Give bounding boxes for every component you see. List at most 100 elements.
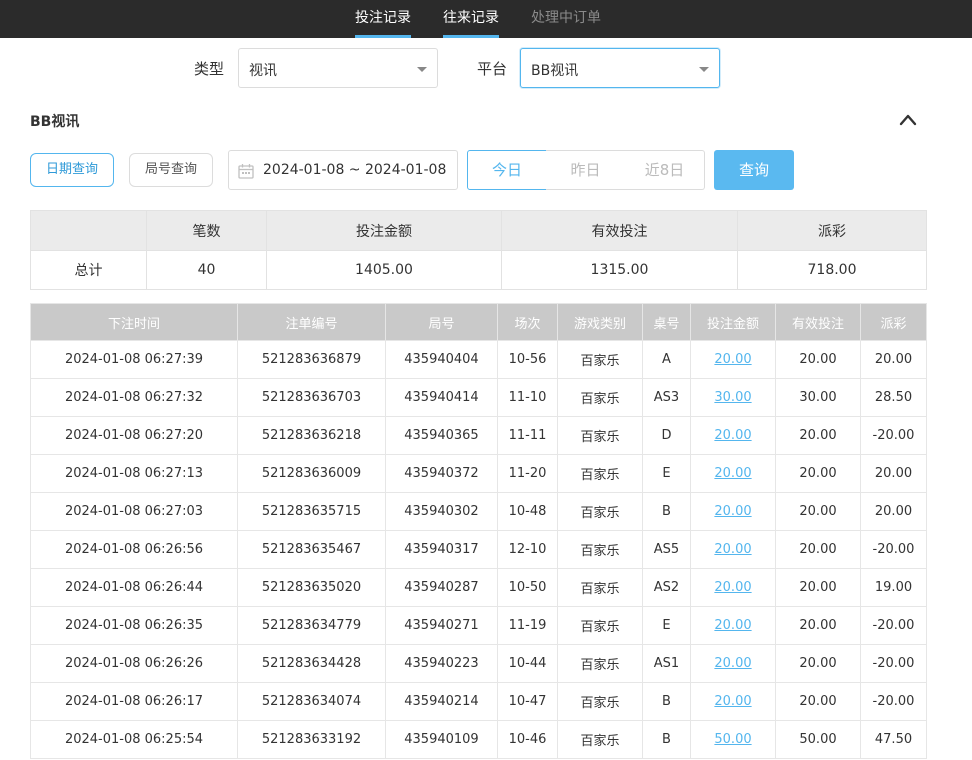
valid-bet-cell: 20.00 — [775, 492, 861, 531]
summary-header-cell: 派彩 — [737, 210, 927, 251]
game-type-cell: 百家乐 — [557, 454, 643, 493]
bet-time-cell: 2024-01-08 06:26:56 — [30, 530, 238, 569]
tab-bet-records[interactable]: 投注记录 — [355, 0, 411, 38]
round-cell: 435940365 — [385, 416, 498, 455]
bet-time-cell: 2024-01-08 06:27:39 — [30, 340, 238, 379]
bet-id-cell: 521283636879 — [237, 340, 386, 379]
game-type-cell: 百家乐 — [557, 416, 643, 455]
summary-header-cell: 有效投注 — [501, 210, 738, 251]
bet-amount-cell: 20.00 — [690, 644, 776, 683]
calendar-icon — [238, 164, 254, 179]
round-cell: 435940372 — [385, 454, 498, 493]
session-header: 场次 — [497, 303, 558, 341]
session-cell: 10-56 — [497, 340, 558, 379]
game-type-cell: 百家乐 — [557, 606, 643, 645]
bet-time-cell: 2024-01-08 06:25:54 — [30, 720, 238, 759]
top-nav: 投注记录 往来记录 处理中订单 — [0, 0, 972, 38]
valid-bet-cell: 20.00 — [775, 530, 861, 569]
bet-amount-cell: 20.00 — [690, 492, 776, 531]
bet-amount-cell: 20.00 — [690, 568, 776, 607]
summary-header-cell: 笔数 — [146, 210, 267, 251]
bet-amount-cell: 50.00 — [690, 720, 776, 759]
platform-select-value: BB视讯 — [531, 63, 579, 79]
bet-time-cell: 2024-01-08 06:26:44 — [30, 568, 238, 607]
round-cell: 435940404 — [385, 340, 498, 379]
query-button[interactable]: 查询 — [714, 150, 794, 190]
summary-header-cell: 投注金额 — [266, 210, 502, 251]
bet-time-header: 下注时间 — [30, 303, 238, 341]
round-cell: 435940317 — [385, 530, 498, 569]
table-row: 2024-01-08 06:25:54 521283633192 435940109… — [30, 720, 927, 759]
table-no-cell: D — [642, 416, 691, 455]
valid-bet-cell: 20.00 — [775, 568, 861, 607]
date-range-input[interactable]: 2024-01-08 ~ 2024-01-08 — [228, 150, 458, 190]
bet-amount-link[interactable]: 20.00 — [714, 656, 751, 671]
tab-pending-orders[interactable]: 处理中订单 — [531, 0, 601, 38]
summary-cell: 40 — [146, 250, 267, 290]
bet-amount-link[interactable]: 20.00 — [714, 694, 751, 709]
bet-amount-link[interactable]: 20.00 — [714, 466, 751, 481]
platform-select[interactable]: BB视讯 — [520, 48, 720, 88]
round-cell: 435940414 — [385, 378, 498, 417]
payout-cell: -20.00 — [860, 606, 927, 645]
date-range-value: 2024-01-08 ~ 2024-01-08 — [263, 162, 447, 178]
game-type-cell: 百家乐 — [557, 340, 643, 379]
round-cell: 435940271 — [385, 606, 498, 645]
date-query-button[interactable]: 日期查询 — [30, 153, 114, 187]
game-type-cell: 百家乐 — [557, 682, 643, 721]
round-cell: 435940287 — [385, 568, 498, 607]
today-button[interactable]: 今日 — [467, 150, 547, 190]
bet-time-cell: 2024-01-08 06:27:13 — [30, 454, 238, 493]
payout-header: 派彩 — [860, 303, 927, 341]
bet-id-header: 注单编号 — [237, 303, 386, 341]
bet-id-cell: 521283634779 — [237, 606, 386, 645]
valid-bet-cell: 20.00 — [775, 340, 861, 379]
bet-amount-link[interactable]: 50.00 — [714, 732, 751, 747]
table-no-cell: AS3 — [642, 378, 691, 417]
table-row: 2024-01-08 06:26:44 521283635020 435940287… — [30, 568, 927, 607]
bet-amount-link[interactable]: 30.00 — [714, 390, 751, 405]
game-type-header: 游戏类别 — [557, 303, 643, 341]
table-row: 2024-01-08 06:27:32 521283636703 435940414… — [30, 378, 927, 417]
tab-transaction-records[interactable]: 往来记录 — [443, 0, 499, 38]
game-type-cell: 百家乐 — [557, 568, 643, 607]
platform-label: 平台 — [477, 60, 508, 78]
table-row: 2024-01-08 06:27:39 521283636879 435940404… — [30, 340, 927, 379]
round-cell: 435940214 — [385, 682, 498, 721]
records-header-row: 下注时间 注单编号 局号 场次 游戏类别 桌号 投注金额 有效投注 派彩 — [30, 303, 927, 341]
summary-total-row: 总计 40 1405.00 1315.00 718.00 — [30, 250, 927, 290]
type-select[interactable]: 视讯 — [238, 48, 438, 88]
session-cell: 11-10 — [497, 378, 558, 417]
bet-amount-link[interactable]: 20.00 — [714, 542, 751, 557]
bet-amount-cell: 20.00 — [690, 340, 776, 379]
type-select-value: 视讯 — [249, 63, 277, 79]
game-type-cell: 百家乐 — [557, 492, 643, 531]
valid-bet-cell: 30.00 — [775, 378, 861, 417]
bet-amount-link[interactable]: 20.00 — [714, 580, 751, 595]
bet-amount-cell: 20.00 — [690, 530, 776, 569]
section-title: BB视讯 — [30, 114, 80, 130]
session-cell: 11-11 — [497, 416, 558, 455]
round-cell: 435940223 — [385, 644, 498, 683]
bet-id-cell: 521283636703 — [237, 378, 386, 417]
yesterday-button[interactable]: 昨日 — [546, 150, 626, 190]
bet-amount-link[interactable]: 20.00 — [714, 504, 751, 519]
bet-id-cell: 521283635020 — [237, 568, 386, 607]
bet-amount-link[interactable]: 20.00 — [714, 352, 751, 367]
bet-amount-link[interactable]: 20.00 — [714, 618, 751, 633]
table-row: 2024-01-08 06:27:03 521283635715 435940302… — [30, 492, 927, 531]
chevron-down-icon — [699, 67, 709, 72]
valid-bet-cell: 20.00 — [775, 454, 861, 493]
chevron-up-icon[interactable] — [897, 110, 919, 128]
bet-amount-cell: 20.00 — [690, 682, 776, 721]
bet-amount-link[interactable]: 20.00 — [714, 428, 751, 443]
summary-cell: 718.00 — [737, 250, 927, 290]
bet-id-cell: 521283636009 — [237, 454, 386, 493]
records-table: 下注时间 注单编号 局号 场次 游戏类别 桌号 投注金额 有效投注 派彩 2024-01-08 … — [30, 303, 927, 759]
last-8-days-button[interactable]: 近8日 — [625, 150, 705, 190]
session-cell: 11-20 — [497, 454, 558, 493]
round-query-button[interactable]: 局号查询 — [129, 153, 213, 187]
payout-cell: 47.50 — [860, 720, 927, 759]
bet-id-cell: 521283633192 — [237, 720, 386, 759]
round-header: 局号 — [385, 303, 498, 341]
